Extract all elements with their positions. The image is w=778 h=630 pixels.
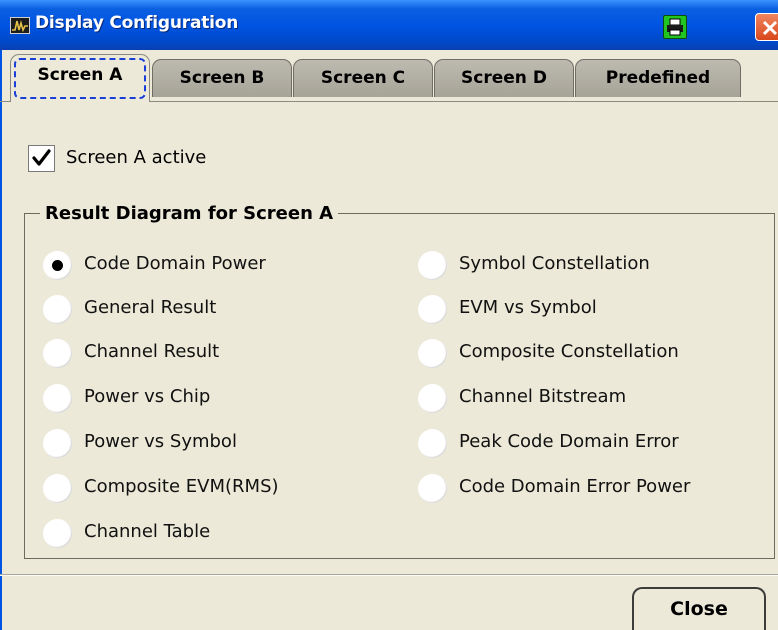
option-label[interactable]: Channel Bitstream xyxy=(459,386,626,407)
radio-button[interactable] xyxy=(418,339,447,368)
display-configuration-dialog: Display Configuration Screen A Screen B … xyxy=(0,0,778,630)
close-icon[interactable] xyxy=(755,13,778,41)
window-border xyxy=(0,50,2,630)
option-label[interactable]: Power vs Symbol xyxy=(84,431,237,452)
radio-button[interactable] xyxy=(43,429,72,458)
close-button[interactable]: Close xyxy=(632,587,766,630)
radio-button[interactable] xyxy=(43,295,72,324)
option-label[interactable]: General Result xyxy=(84,297,216,318)
tab-label: Screen A xyxy=(37,65,123,85)
radio-button[interactable] xyxy=(43,339,72,368)
app-waveform-icon xyxy=(10,17,30,34)
option-label[interactable]: Power vs Chip xyxy=(84,386,210,407)
option-label[interactable]: Channel Result xyxy=(84,341,219,362)
screen-active-checkbox[interactable] xyxy=(28,145,55,172)
radio-selected-dot xyxy=(52,260,63,271)
radio-button[interactable] xyxy=(418,295,447,324)
radio-button[interactable] xyxy=(418,251,447,280)
option-label[interactable]: Composite EVM(RMS) xyxy=(84,476,279,497)
radio-button[interactable] xyxy=(418,384,447,413)
option-label[interactable]: Code Domain Error Power xyxy=(459,476,690,497)
title-bar[interactable]: Display Configuration xyxy=(0,0,778,50)
tab-label: Screen D xyxy=(461,68,547,88)
tab-screen-d[interactable]: Screen D xyxy=(434,59,574,97)
radio-button[interactable] xyxy=(43,251,72,280)
tab-label: Screen C xyxy=(320,68,406,88)
radio-button[interactable] xyxy=(43,474,72,503)
window-title: Display Configuration xyxy=(35,13,239,33)
option-label[interactable]: EVM vs Symbol xyxy=(459,297,597,318)
option-label[interactable]: Composite Constellation xyxy=(459,341,679,362)
option-label[interactable]: Peak Code Domain Error xyxy=(459,431,679,452)
radio-button[interactable] xyxy=(418,474,447,503)
radio-button[interactable] xyxy=(43,519,72,548)
tab-screen-b[interactable]: Screen B xyxy=(152,59,292,97)
option-label[interactable]: Code Domain Power xyxy=(84,253,266,274)
tab-label: Screen B xyxy=(179,68,265,88)
radio-button[interactable] xyxy=(43,384,72,413)
tab-label: Predefined xyxy=(605,68,711,88)
tab-predefined[interactable]: Predefined xyxy=(575,59,741,97)
printer-icon[interactable] xyxy=(663,15,687,39)
screen-active-label[interactable]: Screen A active xyxy=(66,147,206,168)
group-legend: Result Diagram for Screen A xyxy=(40,203,339,224)
tab-screen-a[interactable]: Screen A xyxy=(10,54,150,102)
tab-screen-c[interactable]: Screen C xyxy=(293,59,433,97)
option-label[interactable]: Channel Table xyxy=(84,521,210,542)
option-label[interactable]: Symbol Constellation xyxy=(459,253,650,274)
radio-button[interactable] xyxy=(418,429,447,458)
footer-divider-highlight xyxy=(0,575,778,576)
